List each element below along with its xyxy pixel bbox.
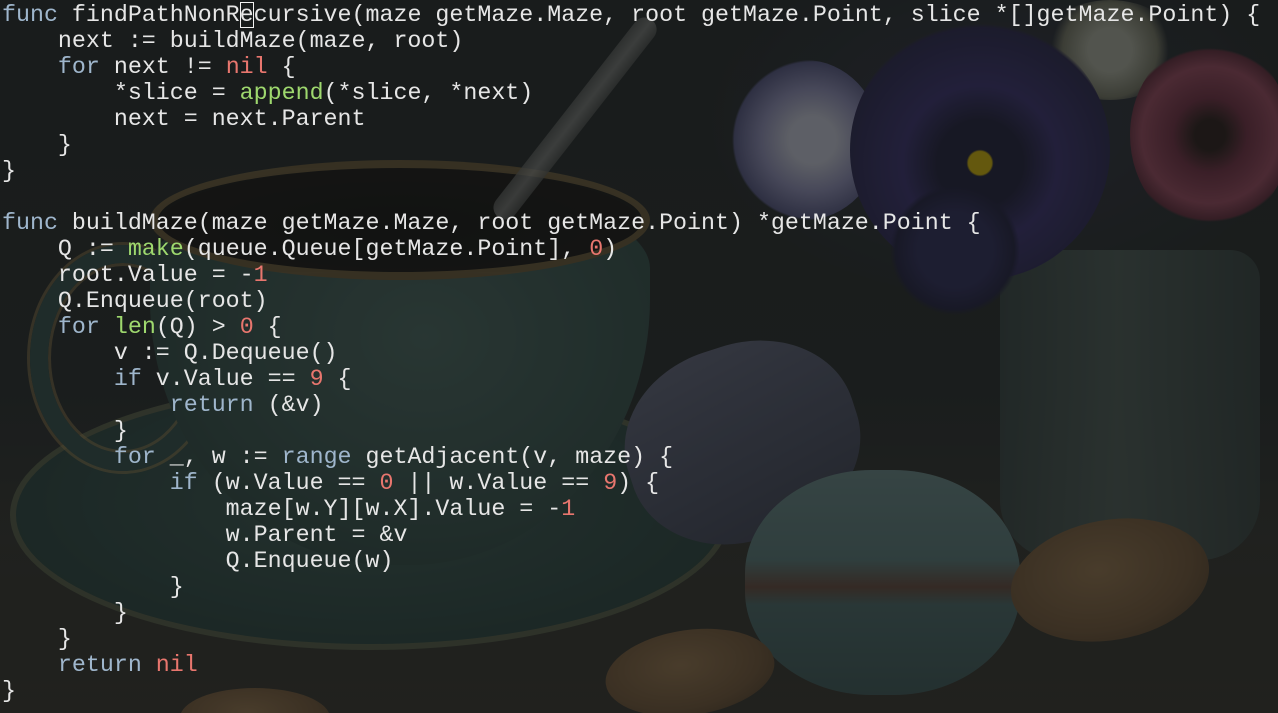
code-token: || w.Value == <box>393 470 604 496</box>
code-token: (&v) <box>253 392 324 418</box>
code-token: ) { <box>617 470 660 496</box>
code-line[interactable]: for _, w := range getAdjacent(v, maze) { <box>2 444 673 470</box>
code-line[interactable]: if (w.Value == 0 || w.Value == 9) { <box>2 470 659 496</box>
code-line[interactable]: Q := make(queue.Queue[getMaze.Point], 0) <box>2 236 617 262</box>
code-editor[interactable]: func findPathNonRecursive(maze getMaze.M… <box>0 0 1278 713</box>
code-line[interactable]: for len(Q) > 0 { <box>2 314 282 340</box>
code-line[interactable]: } <box>2 626 72 652</box>
code-token: 9 <box>603 470 618 496</box>
code-token: } <box>2 158 16 184</box>
code-line[interactable]: v := Q.Dequeue() <box>2 340 338 366</box>
code-token: } <box>2 626 72 652</box>
code-area[interactable]: func findPathNonRecursive(maze getMaze.M… <box>2 0 1278 713</box>
code-token: v := Q.Dequeue() <box>2 340 338 366</box>
code-token: func <box>2 210 58 236</box>
code-token: next != <box>99 54 226 80</box>
code-token: { <box>267 54 296 80</box>
code-token: nil <box>155 652 198 678</box>
code-token: (w.Value == <box>197 470 380 496</box>
code-token: (*slice, *next) <box>323 80 534 106</box>
code-token: next = next.Parent <box>2 106 366 132</box>
code-token: findPathNonR <box>57 2 240 28</box>
code-token: Q.Enqueue(root) <box>2 288 268 314</box>
code-token: } <box>2 678 16 704</box>
code-token: maze[w.Y][w.X].Value = - <box>2 496 562 522</box>
code-token: { <box>323 366 352 392</box>
code-token: range <box>281 444 352 470</box>
code-token: cursive(maze getMaze.Maze, root getMaze.… <box>253 2 1261 28</box>
code-token: for <box>57 314 100 340</box>
code-token: return <box>57 652 142 678</box>
code-token: nil <box>225 54 268 80</box>
code-token: } <box>2 600 128 626</box>
code-token: } <box>2 574 184 600</box>
code-token: 9 <box>309 366 324 392</box>
code-token: return <box>169 392 254 418</box>
code-token: next := buildMaze(maze, root) <box>2 28 464 54</box>
code-line[interactable]: } <box>2 678 16 704</box>
code-token: make <box>127 236 184 262</box>
code-token: if <box>113 366 142 392</box>
code-line[interactable]: next = next.Parent <box>2 106 366 132</box>
code-token: append <box>239 80 324 106</box>
code-token: (Q) > <box>155 314 240 340</box>
code-token: (queue.Queue[getMaze.Point], <box>183 236 590 262</box>
code-token: _, w := <box>155 444 282 470</box>
code-token: 0 <box>589 236 604 262</box>
code-line[interactable]: Q.Enqueue(w) <box>2 548 394 574</box>
text-cursor: e <box>239 2 254 28</box>
code-line[interactable]: if v.Value == 9 { <box>2 366 352 392</box>
code-token: } <box>2 418 128 444</box>
code-line[interactable]: Q.Enqueue(root) <box>2 288 268 314</box>
code-token: w.Parent = &v <box>2 522 408 548</box>
code-token: buildMaze(maze getMaze.Maze, root getMaz… <box>57 210 981 236</box>
code-line[interactable]: maze[w.Y][w.X].Value = -1 <box>2 496 576 522</box>
code-token: getAdjacent(v, maze) { <box>351 444 674 470</box>
code-line[interactable]: } <box>2 132 72 158</box>
code-line[interactable]: next := buildMaze(maze, root) <box>2 28 463 54</box>
code-line[interactable]: for next != nil { <box>2 54 296 80</box>
code-line[interactable]: return (&v) <box>2 392 324 418</box>
code-line[interactable]: func buildMaze(maze getMaze.Maze, root g… <box>2 210 981 236</box>
code-line[interactable]: return nil <box>2 652 198 678</box>
code-line[interactable]: } <box>2 600 128 626</box>
code-line[interactable]: } <box>2 574 184 600</box>
code-token: root.Value = - <box>2 262 254 288</box>
code-token: for <box>57 54 100 80</box>
code-token: } <box>2 132 72 158</box>
code-line[interactable]: w.Parent = &v <box>2 522 408 548</box>
code-token: Q := <box>2 236 128 262</box>
code-token: 0 <box>379 470 394 496</box>
code-token: { <box>253 314 282 340</box>
code-token: func <box>2 2 58 28</box>
code-token: len <box>113 314 156 340</box>
code-token: *slice = <box>2 80 240 106</box>
code-token: 1 <box>253 262 268 288</box>
code-line[interactable]: } <box>2 158 16 184</box>
code-line[interactable]: } <box>2 418 128 444</box>
code-token: v.Value == <box>141 366 310 392</box>
code-token: if <box>169 470 198 496</box>
code-token: ) <box>603 236 618 262</box>
code-token: 0 <box>239 314 254 340</box>
code-line[interactable]: root.Value = -1 <box>2 262 268 288</box>
code-token: for <box>113 444 156 470</box>
code-line[interactable]: *slice = append(*slice, *next) <box>2 80 533 106</box>
code-token: 1 <box>561 496 576 522</box>
code-token: Q.Enqueue(w) <box>2 548 394 574</box>
code-line[interactable]: func findPathNonRecursive(maze getMaze.M… <box>2 2 1260 28</box>
